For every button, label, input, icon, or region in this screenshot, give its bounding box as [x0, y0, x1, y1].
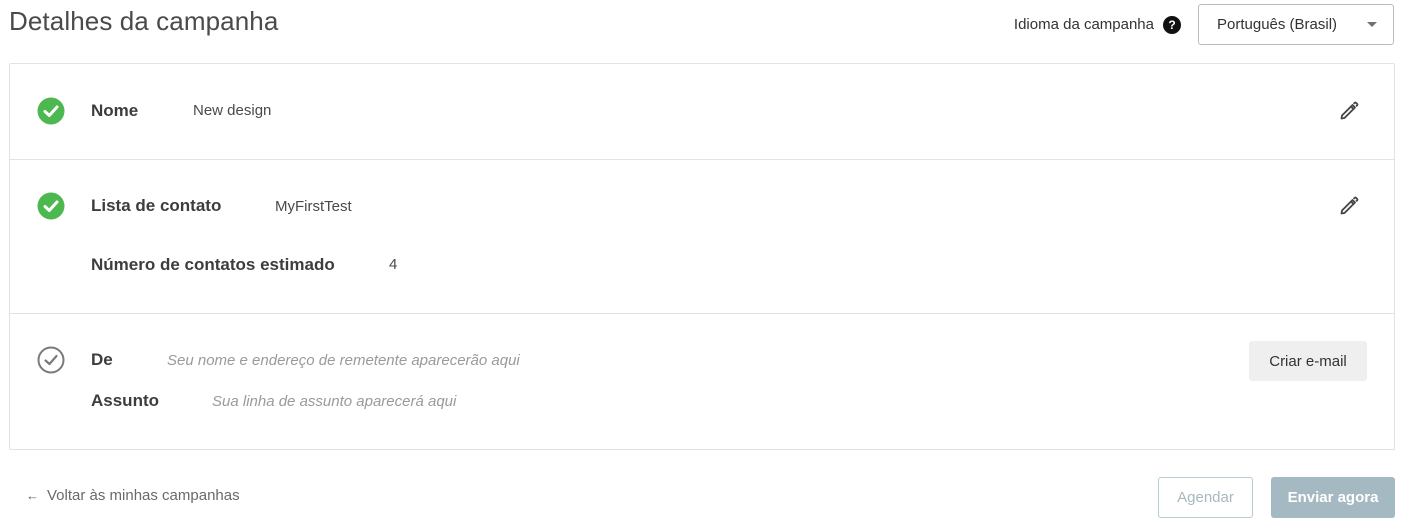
back-to-campaigns-label: Voltar às minhas campanhas — [47, 487, 240, 504]
caret-down-icon — [1367, 22, 1377, 27]
contacts-section: Lista de contato MyFirstTest Número de c… — [10, 160, 1394, 314]
name-value: New design — [193, 102, 272, 119]
pencil-icon[interactable] — [1339, 101, 1359, 121]
estimated-contacts-value: 4 — [389, 256, 398, 273]
contact-list-label: Lista de contato — [91, 196, 222, 215]
back-to-campaigns-link[interactable]: ← Voltar às minhas campanhas — [26, 487, 240, 504]
send-now-button[interactable]: Enviar agora — [1271, 477, 1395, 518]
check-circle-outline-icon — [37, 346, 65, 374]
question-circle-icon[interactable]: ? — [1163, 15, 1181, 34]
contact-list-value: MyFirstTest — [275, 198, 352, 215]
check-circle-filled-icon — [37, 192, 65, 220]
create-email-button[interactable]: Criar e-mail — [1249, 341, 1367, 381]
campaign-language-value: Português (Brasil) — [1217, 16, 1338, 33]
name-label: Nome — [91, 101, 139, 120]
campaign-details-card: Nome New design Lista de contato MyFirst… — [9, 63, 1395, 450]
campaign-language-label: Idioma da campanha — [1013, 16, 1154, 33]
campaign-language-select[interactable]: Português (Brasil) — [1198, 4, 1394, 45]
estimated-contacts-label: Número de contatos estimado — [91, 255, 335, 274]
page-title: Detalhes da campanha — [9, 6, 279, 36]
name-section: Nome New design — [10, 64, 1394, 160]
subject-label: Assunto — [91, 391, 159, 410]
from-label: De — [91, 350, 113, 369]
campaign-language-group: Idioma da campanha ? Português (Brasil) — [1014, 4, 1394, 45]
pencil-icon[interactable] — [1339, 196, 1359, 216]
arrow-left-icon: ← — [26, 488, 39, 503]
from-placeholder: Seu nome e endereço de remetente aparece… — [167, 352, 520, 369]
schedule-button[interactable]: Agendar — [1158, 477, 1253, 518]
email-section: De Seu nome e endereço de remetente apar… — [10, 314, 1394, 450]
subject-placeholder: Sua linha de assunto aparecerá aqui — [212, 393, 457, 410]
check-circle-filled-icon — [37, 97, 65, 125]
